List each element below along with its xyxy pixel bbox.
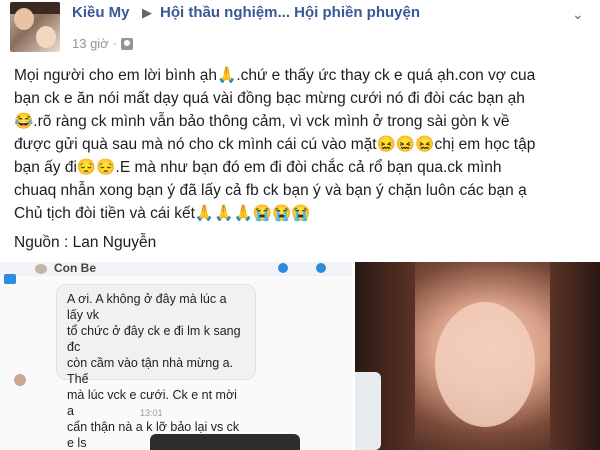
chat-contact-avatar [35, 264, 47, 274]
sender-avatar [14, 374, 26, 386]
chat-message-line: tổ chức ở đây ck e đi lm k sang đc [67, 324, 241, 354]
post-line: Chủ tịch đòi tiền và cái kết🙏🙏🙏😭😭😭 [14, 205, 311, 222]
post-line: chuaq nhẫn xong bạn ý đã lấy cả fb ck bạ… [14, 182, 527, 199]
overlay-chat-bubble [355, 372, 381, 450]
messenger-icon [4, 274, 16, 284]
author-name[interactable]: Kiều My [72, 4, 130, 21]
caret-right-icon: ▶ [142, 5, 152, 20]
chat-header: Con Be [0, 262, 352, 276]
chat-message-bubble: A ơi. A không ở đây mà lúc a lấy vk tổ c… [56, 284, 256, 450]
portrait-photo[interactable] [355, 262, 600, 450]
post-line: 😂.rõ ràng ck mình vẫn bảo thông cảm, vì … [14, 113, 510, 130]
chat-message-line: A ơi. A không ở đây mà lúc a lấy vk [67, 292, 227, 322]
facebook-post: Kiều My ▶ Hội thầu nghiệm... Hội phiền p… [0, 0, 600, 262]
group-name[interactable]: Hội thầu nghiệm... Hội phiền phuyện [160, 4, 420, 21]
author-avatar[interactable] [10, 2, 60, 52]
post-time[interactable]: 13 giờ [72, 36, 109, 51]
chevron-down-icon[interactable]: ⌄ [572, 6, 584, 23]
call-icon [278, 263, 288, 273]
video-icon [316, 263, 326, 273]
post-line: Mọi người cho em lời bình ạh🙏.chứ e thấy… [14, 67, 536, 84]
meta-separator: · [112, 36, 118, 51]
chat-contact-name: Con Be [54, 262, 96, 275]
post-line: được gửi quà sau mà nó cho ck mình cái c… [14, 136, 536, 153]
post-line: bạn ck e ăn nói mất dạy quá vài đồng bạc… [14, 90, 525, 107]
chat-screenshot-image[interactable]: Con Be A ơi. A không ở đây mà lúc a lấy … [0, 262, 352, 450]
post-source: Nguồn : Lan Nguyễn [14, 234, 157, 251]
chat-timestamp: 13:01 [140, 408, 163, 418]
chat-message-line: còn cầm vào tận nhà mừng a. Thế [67, 356, 234, 386]
post-meta: 13 giờ · [72, 36, 134, 51]
post-line: bạn ấy đi😔😔.E mà như bạn đó em đi đòi ch… [14, 159, 502, 176]
reply-bubble [150, 434, 300, 450]
post-body: Mọi người cho em lời bình ạh🙏.chứ e thấy… [14, 64, 586, 225]
friends-audience-icon[interactable] [121, 37, 134, 50]
